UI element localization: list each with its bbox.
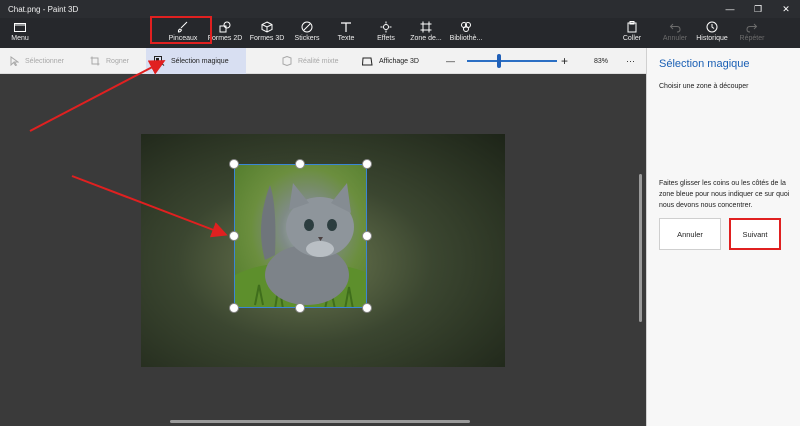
cancel-button[interactable]: Annuler (659, 218, 721, 250)
canvas-workspace (0, 74, 646, 426)
magic-selection-area[interactable] (234, 164, 367, 308)
crop-label: Rogner (106, 57, 129, 65)
canvas-icon (420, 20, 432, 34)
magic-select-panel: Sélection magique Choisir une zone à déc… (646, 48, 800, 426)
tool-stickers[interactable]: Stickers (293, 20, 321, 46)
tool-label: Formes 3D (249, 35, 285, 42)
magic-select-label: Sélection magique (171, 57, 229, 65)
crop-icon (90, 56, 100, 66)
view-3d-button[interactable]: Affichage 3D (362, 48, 419, 74)
tool-effects[interactable]: Effets (374, 20, 398, 46)
magic-select-button[interactable]: Sélection magique (146, 48, 246, 74)
cursor-icon (10, 56, 19, 66)
shapes-3d-icon (261, 20, 273, 34)
window-title: Chat.png - Paint 3D (8, 4, 79, 14)
effects-icon (380, 20, 392, 34)
magic-select-icon (154, 56, 165, 66)
window-controls: — ❐ ✕ (716, 0, 800, 18)
zoom-in-button[interactable]: + (561, 48, 568, 74)
selection-handle-top[interactable] (295, 159, 305, 169)
zoom-out-button[interactable]: — (446, 48, 455, 74)
selection-handle-bottom-left[interactable] (229, 303, 239, 313)
title-bar: Chat.png - Paint 3D — ❐ ✕ (0, 0, 800, 18)
undo-label: Annuler (662, 35, 688, 42)
vertical-scrollbar[interactable] (639, 174, 642, 322)
tool-shapes-3d[interactable]: Formes 3D (249, 20, 285, 46)
close-button[interactable]: ✕ (772, 0, 800, 18)
tool-label: Effets (377, 35, 395, 42)
selection-handle-left[interactable] (229, 231, 239, 241)
mixed-reality-label: Réalité mixte (298, 57, 339, 65)
zoom-slider[interactable] (467, 60, 557, 62)
sticker-icon (301, 20, 313, 34)
crop-button[interactable]: Rogner (90, 48, 129, 74)
history-label: Historique (696, 35, 728, 42)
tool-library[interactable]: Bibliothè... (449, 20, 483, 46)
history-button[interactable]: Historique (695, 20, 729, 46)
tool-label: Formes 2D (207, 35, 243, 42)
sub-toolbar: Sélectionner Rogner Sélection magique Ré… (0, 48, 646, 74)
zoom-slider-thumb[interactable] (497, 54, 501, 68)
history-icon (706, 20, 718, 34)
redo-label: Répéter (739, 35, 765, 42)
more-options-button[interactable]: ··· (626, 48, 635, 74)
tool-canvas[interactable]: Zone de... (409, 20, 443, 46)
text-icon (340, 20, 352, 34)
maximize-button[interactable]: ❐ (744, 0, 772, 18)
next-button[interactable]: Suivant (729, 218, 781, 250)
view-3d-label: Affichage 3D (379, 57, 419, 65)
shapes-2d-icon (219, 20, 231, 34)
tool-text[interactable]: Texte (335, 20, 357, 46)
view-3d-icon (362, 57, 373, 66)
undo-button[interactable]: Annuler (661, 20, 689, 46)
undo-icon (669, 20, 681, 34)
selection-handle-right[interactable] (362, 231, 372, 241)
ribbon: Menu Pinceaux Formes 2D Formes 3D Sticke… (0, 18, 800, 48)
tool-shapes-2d[interactable]: Formes 2D (208, 20, 242, 46)
redo-button[interactable]: Répéter (738, 20, 766, 46)
menu-button[interactable]: Menu (6, 20, 34, 46)
paste-icon (626, 20, 638, 34)
paste-label: Coller (622, 35, 642, 42)
select-label: Sélectionner (25, 57, 64, 65)
library-icon (460, 20, 472, 34)
paste-button[interactable]: Coller (620, 20, 644, 46)
horizontal-scrollbar[interactable] (170, 420, 470, 423)
selection-handle-bottom-right[interactable] (362, 303, 372, 313)
kitten-image (235, 183, 366, 307)
menu-label: Menu (11, 35, 29, 42)
panel-title: Sélection magique (659, 58, 750, 70)
mixed-reality-button[interactable]: Réalité mixte (282, 48, 338, 74)
selection-handle-top-right[interactable] (362, 159, 372, 169)
selection-handle-bottom[interactable] (295, 303, 305, 313)
zoom-level[interactable]: 83% (594, 48, 608, 74)
selection-handle-top-left[interactable] (229, 159, 239, 169)
select-button[interactable]: Sélectionner (10, 48, 64, 74)
panel-subtitle: Choisir une zone à découper (659, 83, 749, 90)
folder-icon (14, 20, 26, 34)
mixed-reality-icon (282, 56, 292, 66)
redo-icon (746, 20, 758, 34)
tool-label: Texte (337, 35, 355, 42)
tool-label: Bibliothè... (449, 35, 483, 42)
tool-label: Stickers (294, 35, 320, 42)
minimize-button[interactable]: — (716, 0, 744, 18)
tool-label: Zone de... (410, 35, 442, 42)
panel-description: Faites glisser les coins ou les côtés de… (659, 180, 790, 209)
annotation-highlight-brushes (150, 16, 212, 44)
